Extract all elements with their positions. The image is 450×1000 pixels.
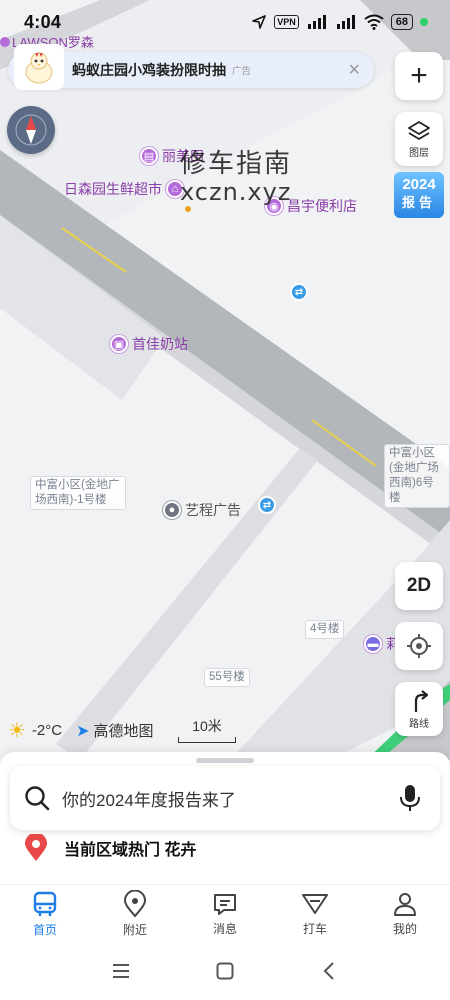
square-icon xyxy=(216,962,234,980)
zoom-in-button[interactable]: + xyxy=(395,52,443,100)
message-icon xyxy=(214,893,236,915)
plus-icon: + xyxy=(410,59,428,92)
tab-home[interactable]: 首页 xyxy=(0,885,90,942)
map-scale: 10米 xyxy=(178,716,236,743)
map-pin-icon xyxy=(25,834,47,861)
annual-report-button[interactable]: 2024 报告 xyxy=(394,172,444,218)
weather-widget[interactable]: ☀ -2°C ➤ 高德地图 xyxy=(8,718,154,743)
location-pin-icon xyxy=(123,889,147,918)
poi-milk-station[interactable]: ▣ 首佳奶站 xyxy=(110,334,188,354)
poi-supermarket[interactable]: ⌂ 日森园生鲜超市 xyxy=(64,179,184,199)
mode-2d-label: 2D xyxy=(406,575,432,596)
ad-banner[interactable]: 蚂蚁庄园小鸡装扮限时抽 广告 × xyxy=(8,44,374,90)
building-label: 中富小区(金地广场西南)-1号楼 xyxy=(30,476,126,510)
watermark-title: 修车指南 xyxy=(180,149,293,179)
hotel-icon: ▬ xyxy=(364,635,382,653)
layers-icon xyxy=(408,120,430,140)
back-button[interactable] xyxy=(317,959,341,983)
view-2d-button[interactable]: 2D xyxy=(395,562,443,610)
sheet-drag-handle[interactable] xyxy=(196,758,254,763)
poi-label: 日森园生鲜超市 xyxy=(64,181,162,197)
status-bar: 4:04 VPN 68 xyxy=(0,0,450,44)
bus-icon xyxy=(33,891,57,916)
vpn-badge: VPN xyxy=(274,15,299,29)
layers-label: 图层 xyxy=(409,147,429,159)
watermark: 修车指南 xczn.xyz xyxy=(180,150,292,206)
tab-label: 首页 xyxy=(32,922,57,937)
route-button[interactable]: 路线 xyxy=(395,682,443,736)
back-arrow-icon xyxy=(323,962,334,980)
battery-indicator: 68 xyxy=(390,14,413,30)
building-label: 4号楼 xyxy=(305,620,345,639)
wifi-icon xyxy=(364,14,384,30)
tab-messages[interactable]: 消息 xyxy=(180,885,270,942)
system-nav-bar xyxy=(0,948,450,994)
route-label: 路线 xyxy=(409,718,429,730)
amap-logo: ➤ 高德地图 xyxy=(76,720,153,741)
hot-area-row[interactable]: 当前区域热门 花卉 xyxy=(24,834,196,862)
bus-stop-icon[interactable]: ⇄ xyxy=(290,283,308,301)
tab-profile[interactable]: 我的 xyxy=(360,885,450,942)
layers-button[interactable]: 图层 xyxy=(395,112,443,166)
milk-icon: ▣ xyxy=(110,335,128,353)
compass-button[interactable] xyxy=(7,106,55,154)
privacy-dot xyxy=(420,18,428,26)
home-button[interactable] xyxy=(213,959,237,983)
compass-icon xyxy=(15,114,47,146)
search-bar[interactable]: 你的2024年度报告来了 xyxy=(10,766,440,830)
tab-taxi[interactable]: 打车 xyxy=(270,885,360,942)
building-label: 中富小区(金地广场西南)6号楼 xyxy=(384,444,450,508)
bottom-tab-bar: 首页 附近 消息 打车 我的 xyxy=(0,884,450,942)
scale-label: 10米 xyxy=(192,718,222,734)
tab-label: 我的 xyxy=(392,921,417,936)
provider-name: 高德地图 xyxy=(93,723,154,740)
tab-nearby[interactable]: 附近 xyxy=(90,885,180,942)
hot-area-text: 当前区域热门 花卉 xyxy=(64,842,197,859)
person-icon xyxy=(394,892,416,916)
microphone-icon[interactable] xyxy=(400,784,420,812)
location-arrow-icon xyxy=(252,15,267,29)
recent-apps-button[interactable] xyxy=(109,959,133,983)
scale-bar xyxy=(178,737,236,743)
tab-label: 附近 xyxy=(122,922,147,937)
status-time: 4:04 xyxy=(24,11,62,32)
building-label: 55号楼 xyxy=(204,668,250,687)
tab-label: 消息 xyxy=(212,921,237,936)
map-dot-marker xyxy=(185,206,191,212)
route-icon xyxy=(414,689,429,712)
poi-label: 昌宇便利店 xyxy=(287,198,357,214)
locate-button[interactable] xyxy=(395,622,443,670)
poi-label: 首佳奶站 xyxy=(132,336,188,352)
signal-icon xyxy=(307,15,326,29)
place-icon: ● xyxy=(163,501,181,519)
close-icon[interactable]: × xyxy=(348,59,360,82)
watermark-url: xczn.xyz xyxy=(180,178,292,206)
report-label: 报告 xyxy=(401,195,436,210)
ad-title: 蚂蚁庄园小鸡装扮限时抽 xyxy=(72,62,226,78)
report-year: 2024 xyxy=(402,176,436,193)
ad-tag: 广告 xyxy=(232,66,252,77)
temperature: -2°C xyxy=(31,722,63,739)
shop-icon: ▤ xyxy=(140,147,158,165)
poi-label: 艺程广告 xyxy=(185,502,241,518)
sun-icon: ☀ xyxy=(8,720,26,742)
chicken-ad-icon xyxy=(14,44,64,90)
tab-label: 打车 xyxy=(302,921,327,936)
search-placeholder: 你的2024年度报告来了 xyxy=(62,790,236,810)
taxi-icon xyxy=(302,893,328,914)
search-icon xyxy=(25,786,50,811)
amap-arrow-icon: ➤ xyxy=(76,722,90,740)
bottom-sheet[interactable]: 你的2024年度报告来了 当前区域热门 花卉 首页 附近 消息 打车 我的 xyxy=(0,752,450,1000)
locate-icon xyxy=(407,634,431,658)
poi-yicheng-ads[interactable]: ● 艺程广告 xyxy=(163,500,241,520)
signal-icon xyxy=(336,15,355,29)
bus-stop-icon[interactable]: ⇄ xyxy=(258,496,276,514)
menu-icon xyxy=(113,964,129,978)
